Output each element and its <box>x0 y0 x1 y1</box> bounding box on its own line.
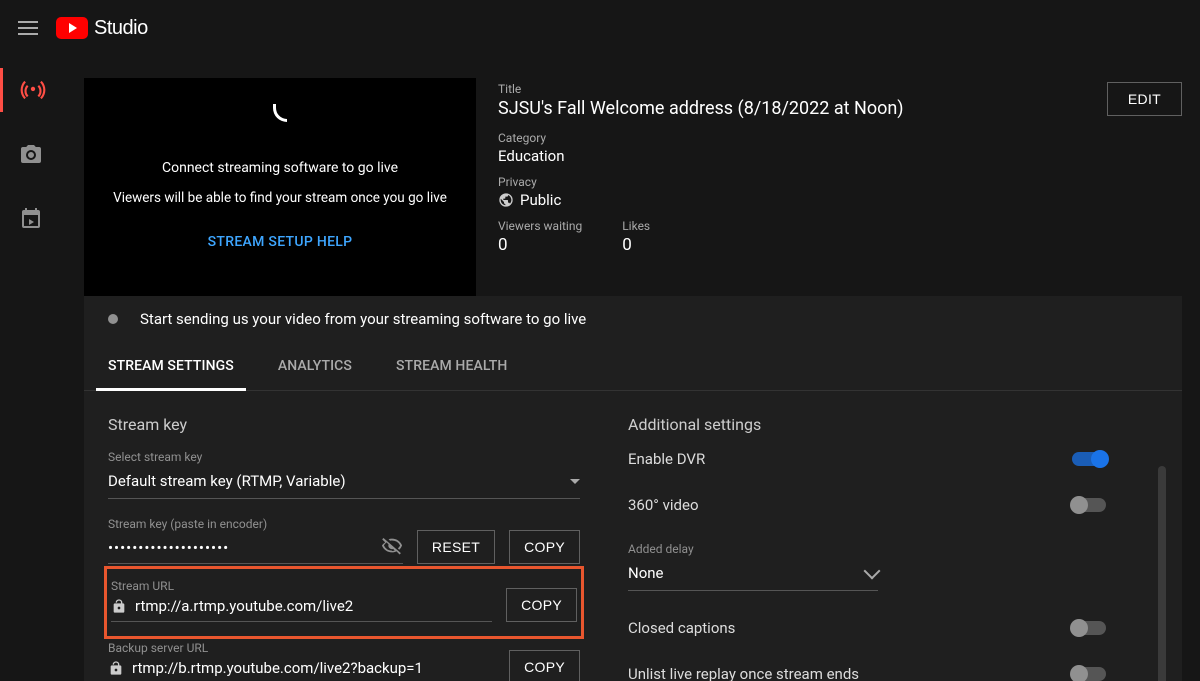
tab-stream-health[interactable]: STREAM HEALTH <box>396 342 507 390</box>
viewers-label: Viewers waiting <box>498 219 582 233</box>
status-dot-icon <box>108 314 118 324</box>
preview-message-1: Connect streaming software to go live <box>162 160 398 176</box>
stream-privacy: Public <box>520 191 561 209</box>
copy-url-button[interactable]: COPY <box>506 588 577 622</box>
unlock-icon <box>108 660 124 676</box>
calendar-icon <box>19 206 43 230</box>
enable-dvr-label: Enable DVR <box>628 450 705 468</box>
viewers-count: 0 <box>498 235 582 255</box>
globe-icon <box>498 192 514 208</box>
chevron-down-icon <box>864 563 881 580</box>
stream-url-value: rtmp://a.rtmp.youtube.com/live2 <box>135 597 353 615</box>
likes-label: Likes <box>622 219 650 233</box>
enable-dvr-toggle[interactable] <box>1072 452 1106 466</box>
stream-key-select-value: Default stream key (RTMP, Variable) <box>108 472 346 490</box>
privacy-label: Privacy <box>498 175 1182 189</box>
360-video-toggle[interactable] <box>1072 498 1106 512</box>
additional-settings-title: Additional settings <box>628 415 1106 434</box>
backup-url-value: rtmp://b.rtmp.youtube.com/live2?backup=1 <box>132 659 423 677</box>
closed-captions-label: Closed captions <box>628 619 735 637</box>
backup-url-label: Backup server URL <box>108 641 495 655</box>
topbar: Studio <box>0 0 1200 56</box>
loading-spinner-icon <box>273 104 287 122</box>
unlock-icon <box>111 598 127 614</box>
stream-url-label: Stream URL <box>111 579 492 593</box>
title-label: Title <box>498 82 1182 96</box>
360-video-label: 360° video <box>628 496 699 514</box>
tabs: STREAM SETTINGS ANALYTICS STREAM HEALTH <box>84 342 1182 391</box>
tab-analytics[interactable]: ANALYTICS <box>278 342 352 390</box>
youtube-studio-logo[interactable]: Studio <box>56 17 148 40</box>
status-bar: Start sending us your video from your st… <box>84 296 1182 342</box>
status-message: Start sending us your video from your st… <box>140 310 586 328</box>
tab-stream-settings[interactable]: STREAM SETTINGS <box>108 342 234 390</box>
sidebar-item-manage[interactable] <box>0 196 62 240</box>
preview-message-2: Viewers will be able to find your stream… <box>113 190 447 206</box>
menu-button[interactable] <box>16 16 40 40</box>
youtube-play-icon <box>56 17 88 39</box>
added-delay-value: None <box>628 564 664 582</box>
visibility-off-icon[interactable] <box>381 535 403 557</box>
unlist-replay-toggle[interactable] <box>1072 667 1106 681</box>
edit-button[interactable]: EDIT <box>1107 82 1182 116</box>
unlist-replay-label: Unlist live replay once stream ends <box>628 665 859 681</box>
category-label: Category <box>498 131 1182 145</box>
copy-backup-button[interactable]: COPY <box>509 650 580 681</box>
dropdown-icon <box>570 479 580 484</box>
stream-key-section-title: Stream key <box>108 415 580 434</box>
added-delay-select[interactable]: None <box>628 560 878 591</box>
stream-key-value: •••••••••••••••••••• <box>108 539 229 557</box>
select-stream-key-label: Select stream key <box>108 450 580 464</box>
stream-preview: Connect streaming software to go live Vi… <box>84 78 476 296</box>
stream-key-label: Stream key (paste in encoder) <box>108 517 403 531</box>
stream-info: EDIT Title SJSU's Fall Welcome address (… <box>498 78 1182 296</box>
sidebar-item-webcam[interactable] <box>0 132 62 176</box>
stream-setup-help-link[interactable]: STREAM SETUP HELP <box>208 234 353 250</box>
stream-title: SJSU's Fall Welcome address (8/18/2022 a… <box>498 98 1182 119</box>
stream-url-highlight: Stream URL rtmp://a.rtmp.youtube.com/liv… <box>104 566 584 639</box>
likes-count: 0 <box>622 235 650 255</box>
stream-key-select[interactable]: Default stream key (RTMP, Variable) <box>108 468 580 499</box>
scrollbar[interactable] <box>1158 466 1166 681</box>
sidebar-item-stream[interactable] <box>0 68 62 112</box>
logo-text: Studio <box>94 17 148 40</box>
reset-button[interactable]: RESET <box>417 530 495 564</box>
stream-icon <box>20 77 46 103</box>
stream-category: Education <box>498 147 1182 165</box>
sidebar <box>0 56 62 681</box>
camera-icon <box>19 142 43 166</box>
added-delay-label: Added delay <box>628 542 878 556</box>
copy-key-button[interactable]: COPY <box>509 530 580 564</box>
closed-captions-toggle[interactable] <box>1072 621 1106 635</box>
